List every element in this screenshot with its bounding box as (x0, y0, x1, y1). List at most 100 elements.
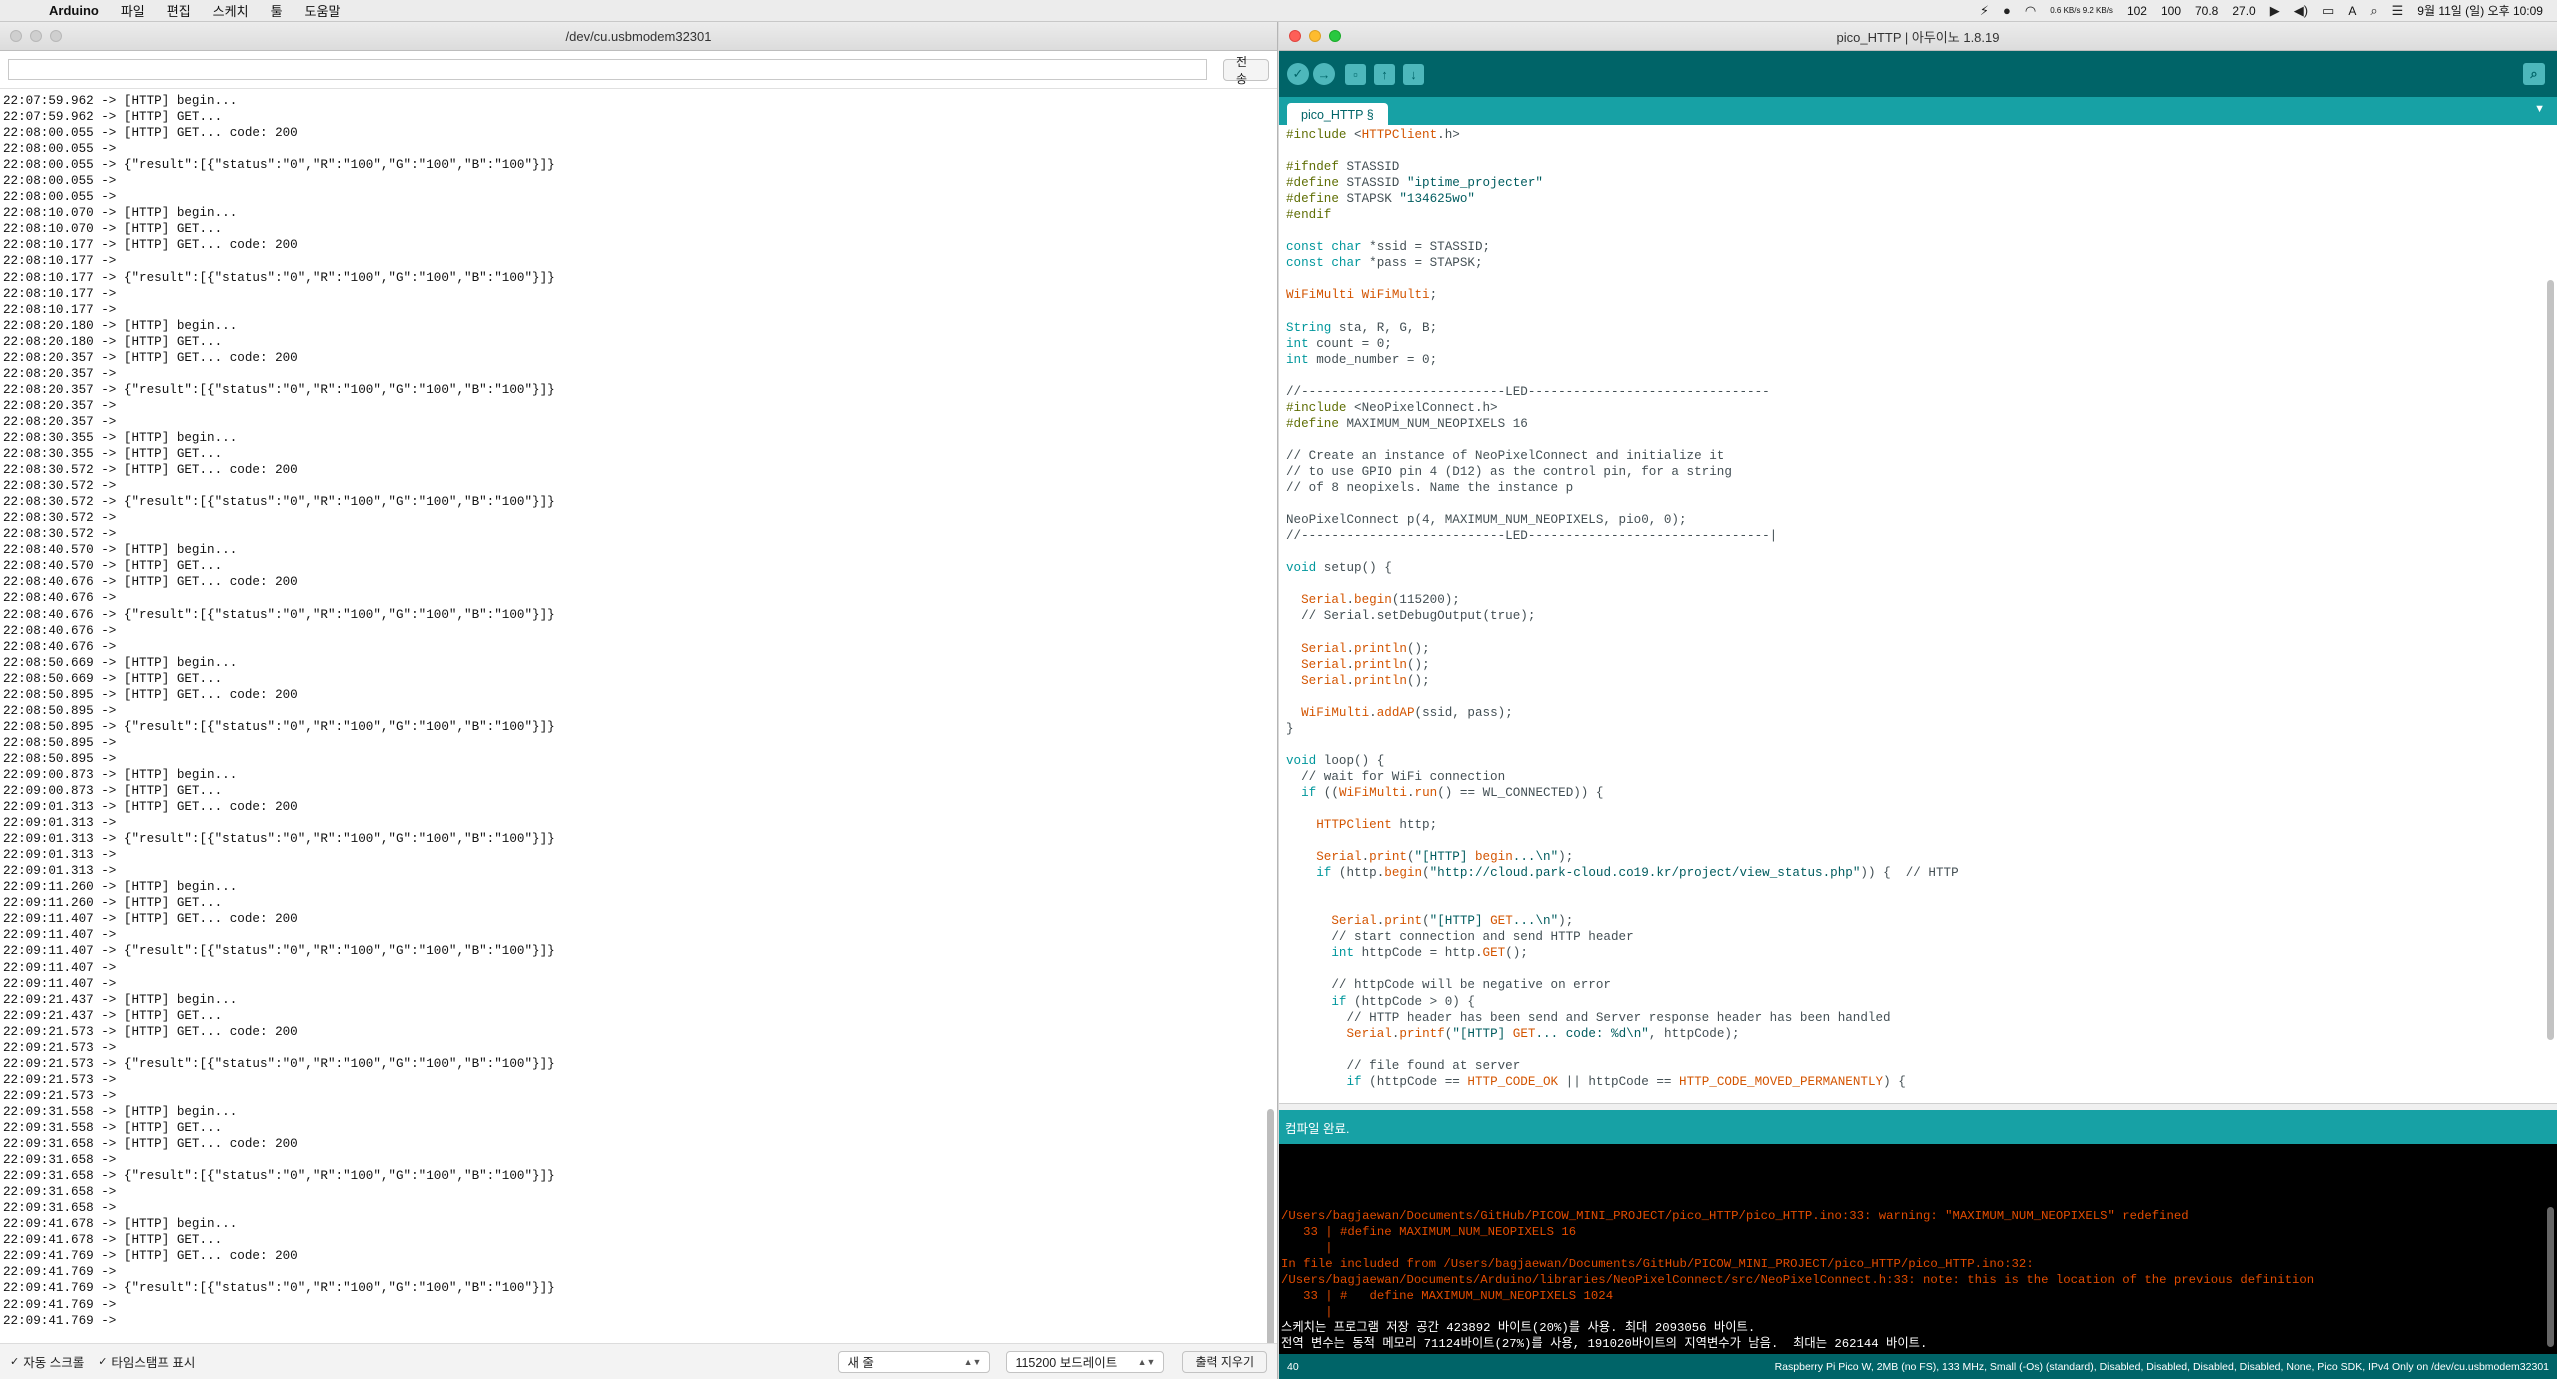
send-button[interactable]: 전송 (1223, 55, 1269, 86)
checkmark-icon: ✓ (10, 1356, 20, 1368)
line-ending-select[interactable]: 새 줄 ▲▼ (838, 1350, 991, 1373)
menu-edit[interactable]: 편집 (156, 1, 202, 20)
serial-scrollbar[interactable] (1265, 89, 1275, 1369)
serial-line: 22:08:10.177 -> (3, 286, 117, 301)
console-scrollbar[interactable] (2545, 1147, 2555, 1352)
code-line: Serial.println(); (1301, 673, 1430, 688)
serial-monitor-icon[interactable]: ⌕ (2523, 63, 2545, 85)
wifi-icon[interactable]: ◠ (2025, 3, 2036, 19)
save-icon[interactable]: ↓ (1403, 63, 1424, 85)
verify-icon[interactable]: ✓ (1287, 63, 1309, 85)
serial-line: 22:09:31.658 -> [HTTP] GET... code: 200 (3, 1137, 298, 1152)
editor-scrollbar[interactable] (2545, 125, 2555, 1103)
serial-line: 22:09:41.769 -> [HTTP] GET... code: 200 (3, 1249, 298, 1264)
close-icon[interactable] (1289, 30, 1301, 42)
new-icon[interactable]: ▫ (1345, 63, 1366, 85)
serial-line: 22:08:00.055 -> (3, 174, 117, 189)
code-line: Serial.println(); (1301, 657, 1430, 672)
code-line: String sta, R, G, B; (1286, 320, 1438, 335)
ide-window: pico_HTTP | 아두이노 1.8.19 ✓ → ▫ ↑ ↓ ⌕ pico… (1279, 22, 2557, 1379)
menu-app-name[interactable]: Arduino (38, 3, 110, 18)
code-line: const char *pass = STAPSK; (1286, 256, 1483, 271)
play-icon[interactable]: ▶ (2270, 3, 2280, 19)
code-line: if (http.begin("http://cloud.park-cloud.… (1316, 866, 1959, 881)
serial-line: 22:09:11.260 -> [HTTP] GET... (3, 896, 223, 911)
timestamp-checkbox[interactable]: ✓ 타임스탬프 표시 (98, 1352, 195, 1371)
serial-line: 22:09:11.407 -> (3, 976, 117, 991)
code-line: // Serial.setDebugOutput(true); (1286, 609, 1536, 624)
serial-output[interactable]: 22:07:59.962 -> [HTTP] begin... 22:07:59.… (0, 89, 1263, 1343)
menu-file[interactable]: 파일 (110, 1, 156, 20)
serial-line: 22:09:31.658 -> (3, 1185, 117, 1200)
serial-line: 22:09:01.313 -> (3, 816, 117, 831)
serial-line: 22:08:40.676 -> (3, 639, 117, 654)
autoscroll-checkbox[interactable]: ✓ 자동 스크롤 (10, 1352, 84, 1371)
serial-line: 22:09:11.407 -> (3, 960, 117, 975)
code-line: NeoPixelConnect p(4, MAXIMUM_NUM_NEOPIXE… (1286, 513, 1687, 528)
memory-stat: 102 (2126, 3, 2147, 18)
zoom-icon[interactable] (50, 30, 62, 42)
serial-input[interactable] (8, 59, 1207, 80)
serial-line: 22:08:50.895 -> (3, 751, 117, 766)
serial-line: 22:08:30.572 -> {"result":[{"status":"0"… (3, 495, 555, 510)
close-icon[interactable] (10, 30, 22, 42)
scroll-thumb[interactable] (1267, 1109, 1274, 1369)
serial-line: 22:08:10.177 -> (3, 254, 117, 269)
code-line: void setup() { (1286, 561, 1392, 576)
clear-output-button[interactable]: 출력 지우기 (1182, 1350, 1267, 1373)
chevron-updown-icon: ▲▼ (963, 1356, 982, 1367)
board-info: Raspberry Pi Pico W, 2MB (no FS), 133 MH… (1774, 1360, 2549, 1373)
serial-line: 22:08:00.055 -> (3, 190, 117, 205)
serial-line: 22:08:20.357 -> (3, 414, 117, 429)
ide-toolbar: ✓ → ▫ ↑ ↓ ⌕ (1279, 51, 2557, 97)
serial-line: 22:08:20.180 -> [HTTP] begin... (3, 318, 238, 333)
record-icon[interactable]: ● (2003, 3, 2011, 18)
window-controls (0, 30, 62, 42)
tab-menu-icon[interactable]: ▼ (2534, 103, 2545, 115)
code-line: #include <HTTPClient.h> (1286, 128, 1460, 142)
menu-help[interactable]: 도움말 (294, 1, 352, 20)
serial-line: 22:08:40.570 -> [HTTP] GET... (3, 559, 223, 574)
serial-line: 22:08:20.357 -> [HTTP] GET... code: 200 (3, 350, 298, 365)
console-output[interactable]: /Users/bagjaewan/Documents/GitHub/PICOW_… (1279, 1144, 2557, 1354)
clock[interactable]: 9월 11일 (일) 오후 10:09 (2417, 2, 2543, 19)
volume-icon[interactable]: ◀) (2294, 3, 2308, 19)
bolt-icon[interactable]: ⚡ (1980, 3, 1989, 19)
minimize-icon[interactable] (1309, 30, 1321, 42)
split-handle[interactable] (1279, 1103, 2557, 1110)
minimize-icon[interactable] (30, 30, 42, 42)
code-editor[interactable]: #include <HTTPClient.h> #ifndef STASSID #d… (1279, 125, 2543, 1103)
scroll-thumb[interactable] (2547, 1207, 2554, 1347)
serial-line: 22:09:21.573 -> (3, 1088, 117, 1103)
battery-icon[interactable]: ▭ (2322, 3, 2334, 19)
input-source[interactable]: A (2348, 4, 2356, 18)
open-icon[interactable]: ↑ (1374, 63, 1395, 85)
zoom-icon[interactable] (1329, 30, 1341, 42)
serial-line: 22:09:01.313 -> (3, 848, 117, 863)
serial-line: 22:09:41.769 -> (3, 1313, 117, 1328)
code-line: // start connection and send HTTP header (1286, 930, 1634, 945)
code-line: Serial.printf("[HTTP] GET... code: %d\n"… (1346, 1026, 1740, 1041)
menu-tools[interactable]: 툴 (260, 1, 294, 20)
line-ending-value: 새 줄 (847, 1356, 874, 1370)
upload-icon[interactable]: → (1313, 63, 1335, 85)
serial-line: 22:09:11.407 -> (3, 928, 117, 943)
chevron-updown-icon: ▲▼ (1137, 1356, 1156, 1367)
menu-sketch[interactable]: 스케치 (202, 1, 260, 20)
control-center-icon[interactable]: ☰ (2392, 3, 2404, 19)
baud-rate-select[interactable]: 115200 보드레이트 ▲▼ (1006, 1350, 1165, 1373)
code-line: int count = 0; (1286, 336, 1392, 351)
serial-line: 22:09:31.558 -> [HTTP] GET... (3, 1121, 223, 1135)
search-icon[interactable]: ⌕ (2370, 3, 2377, 19)
serial-line: 22:08:20.180 -> [HTTP] GET... (3, 334, 223, 349)
console-line: /Users/bagjaewan/Documents/Arduino/libra… (1281, 1273, 2315, 1287)
code-line: if (httpCode == HTTP_CODE_OK || httpCode… (1346, 1074, 1906, 1089)
serial-line: 22:09:21.573 -> [HTTP] GET... code: 200 (3, 1024, 298, 1039)
tab-pico-http[interactable]: pico_HTTP § (1287, 103, 1388, 125)
scroll-thumb[interactable] (2547, 280, 2554, 1040)
